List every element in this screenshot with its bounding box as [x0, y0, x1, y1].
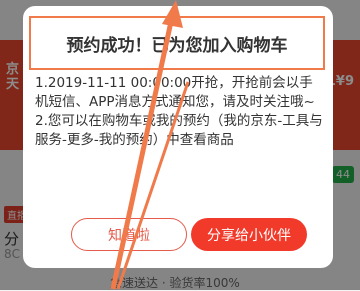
- dialog-paragraph-2: 2.您可以在购物车或我的预约（我的京东-工具与服务-更多-我的预约）中查看商品: [35, 113, 323, 148]
- dialog-title-box: 预约成功！已为您加入购物车: [29, 16, 325, 70]
- dialog-body: 1.2019-11-11 00:00:00开抢，开抢前会以手机短信、APP消息方…: [35, 74, 325, 150]
- share-to-friends-button[interactable]: 分享给小伙伴: [191, 218, 307, 251]
- dialog-title: 预约成功！已为您加入购物车: [66, 35, 288, 56]
- dialog-paragraph-1: 1.2019-11-11 00:00:00开抢，开抢前会以手机短信、APP消息方…: [35, 75, 315, 110]
- reservation-success-dialog: 预约成功！已为您加入购物车 1.2019-11-11 00:00:00开抢，开抢…: [23, 6, 333, 268]
- got-it-button[interactable]: 知道啦: [71, 218, 187, 251]
